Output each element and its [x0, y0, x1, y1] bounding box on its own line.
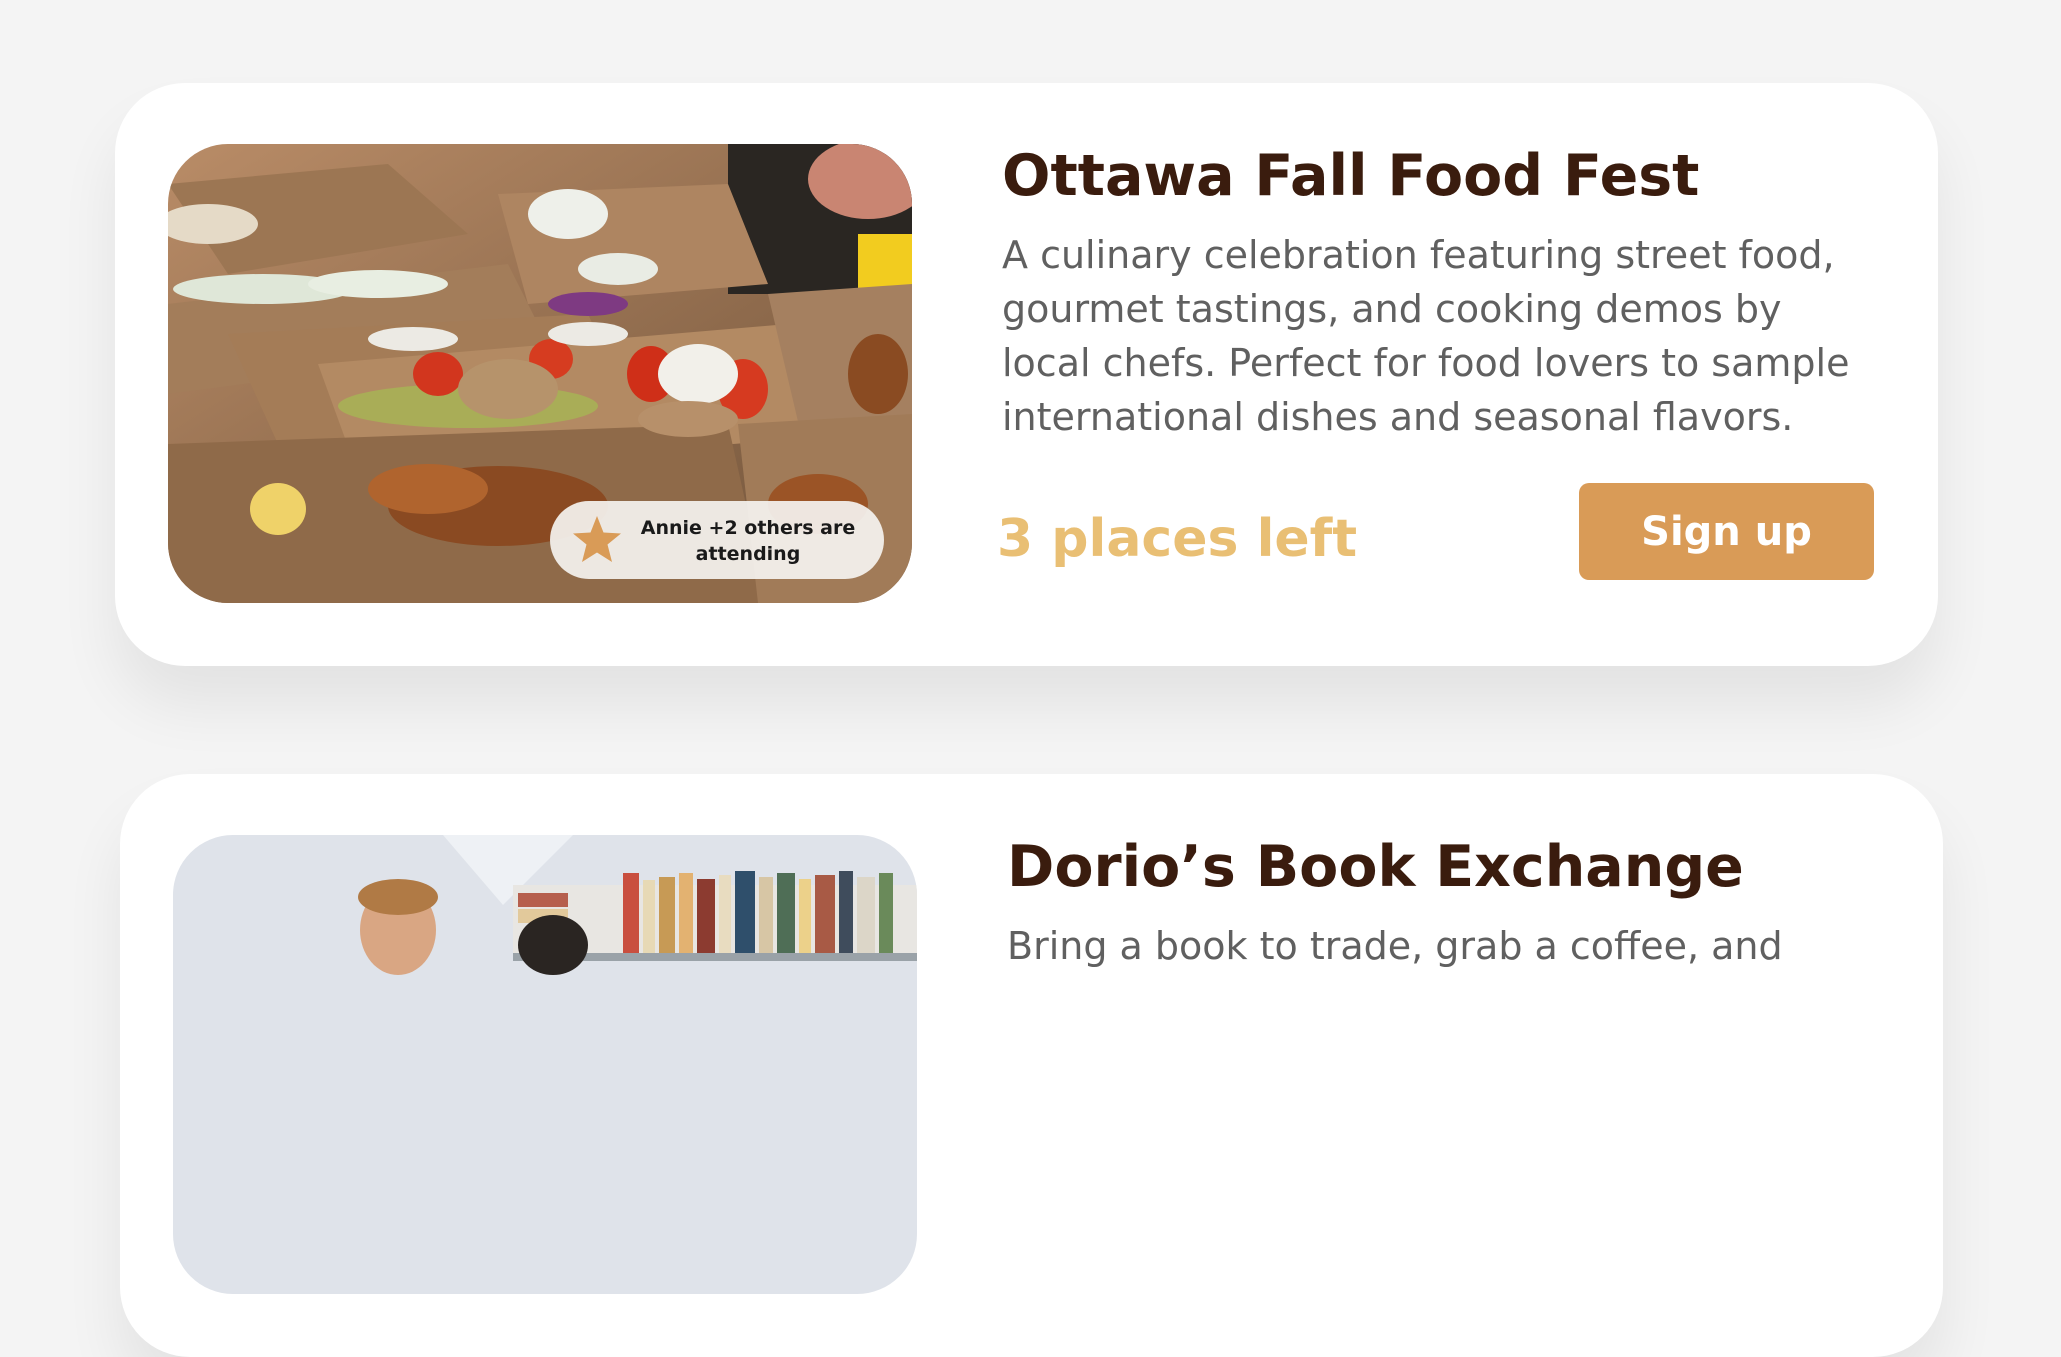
attendees-text: Annie +2 others are attending — [640, 517, 856, 565]
book-exchange-photo — [173, 835, 917, 1294]
places-left: 3 places left — [997, 509, 1358, 569]
event-card-book-exchange: Dorio’s Book Exchange Bring a book to tr… — [120, 774, 1943, 1357]
sign-up-button[interactable]: Sign up — [1579, 483, 1874, 580]
star-icon — [573, 516, 621, 562]
event-title: Dorio’s Book Exchange — [1007, 834, 1744, 900]
event-description: Bring a book to trade, grab a coffee, an… — [1007, 924, 1783, 968]
event-image-food: Annie +2 others are attending — [168, 144, 912, 603]
event-card-food-fest: Annie +2 others are attending Ottawa Fal… — [115, 83, 1938, 666]
attendees-pill: Annie +2 others are attending — [550, 501, 884, 579]
event-image-books — [173, 835, 917, 1294]
event-title: Ottawa Fall Food Fest — [1002, 143, 1700, 209]
event-description: A culinary celebration featuring street … — [1002, 233, 1850, 439]
